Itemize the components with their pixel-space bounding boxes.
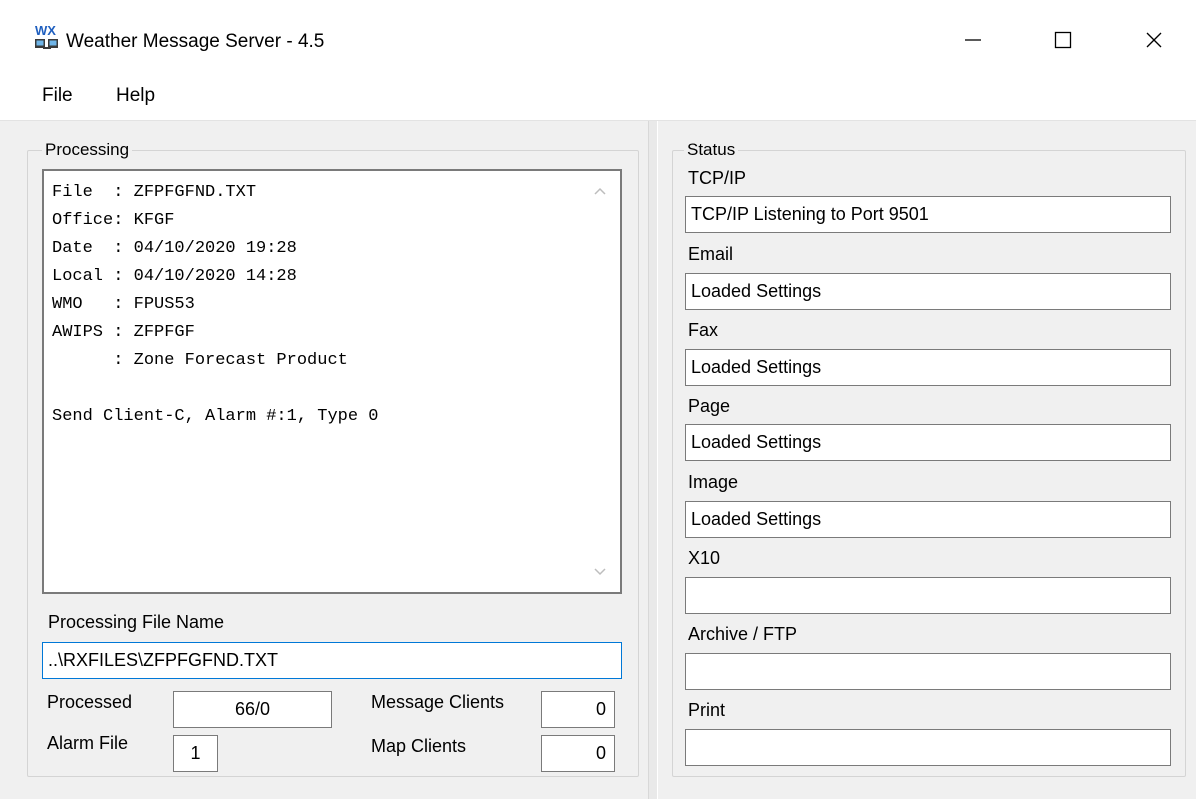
close-button[interactable] — [1124, 16, 1184, 64]
app-icon: WX — [35, 23, 58, 49]
menu-bar — [0, 70, 1196, 121]
maximize-icon — [1054, 31, 1072, 49]
panel-splitter[interactable] — [648, 121, 658, 799]
app-icon-text: WX — [35, 23, 56, 38]
alarm-file-field[interactable]: 1 — [173, 735, 218, 772]
status-field-page[interactable]: Loaded Settings — [685, 424, 1171, 461]
alarm-file-label: Alarm File — [47, 733, 129, 753]
minimize-icon — [965, 39, 981, 41]
processing-file-name-label: Processing File Name — [48, 612, 225, 632]
status-label-tcpip: TCP/IP — [688, 168, 747, 188]
message-clients-field[interactable]: 0 — [541, 691, 615, 728]
status-label-fax: Fax — [688, 320, 719, 340]
processed-label: Processed — [47, 692, 133, 712]
window-title: Weather Message Server - 4.5 — [66, 31, 325, 52]
close-icon — [1146, 32, 1162, 48]
status-field-print[interactable] — [685, 729, 1171, 766]
status-field-image[interactable]: Loaded Settings — [685, 501, 1171, 538]
message-clients-label: Message Clients — [371, 692, 505, 712]
menu-file[interactable]: File — [42, 85, 73, 107]
processing-log-text: File : ZFPFGFND.TXT Office: KFGF Date : … — [52, 183, 379, 426]
maximize-button[interactable] — [1033, 16, 1093, 64]
status-label-print: Print — [688, 700, 726, 720]
map-clients-label: Map Clients — [371, 736, 467, 756]
status-field-archive-ftp[interactable] — [685, 653, 1171, 690]
processing-legend: Processing — [42, 140, 133, 160]
minimize-button[interactable] — [943, 16, 1003, 64]
processing-log[interactable]: File : ZFPFGFND.TXT Office: KFGF Date : … — [42, 169, 622, 594]
scroll-down-icon[interactable] — [594, 566, 606, 578]
status-label-email: Email — [688, 244, 734, 264]
status-field-x10[interactable] — [685, 577, 1171, 614]
processed-field[interactable]: 66/0 — [173, 691, 332, 728]
status-label-x10: X10 — [688, 548, 721, 568]
status-field-fax[interactable]: Loaded Settings — [685, 349, 1171, 386]
status-legend: Status — [684, 140, 739, 160]
status-label-archive-ftp: Archive / FTP — [688, 624, 798, 644]
scroll-up-icon[interactable] — [594, 185, 606, 197]
status-label-page: Page — [688, 396, 731, 416]
map-clients-field[interactable]: 0 — [541, 735, 615, 772]
status-label-image: Image — [688, 472, 739, 492]
status-field-email[interactable]: Loaded Settings — [685, 273, 1171, 310]
status-field-tcpip[interactable]: TCP/IP Listening to Port 9501 — [685, 196, 1171, 233]
menu-help[interactable]: Help — [116, 85, 155, 107]
processing-file-name-field[interactable]: ..\RXFILES\ZFPFGFND.TXT — [42, 642, 622, 679]
